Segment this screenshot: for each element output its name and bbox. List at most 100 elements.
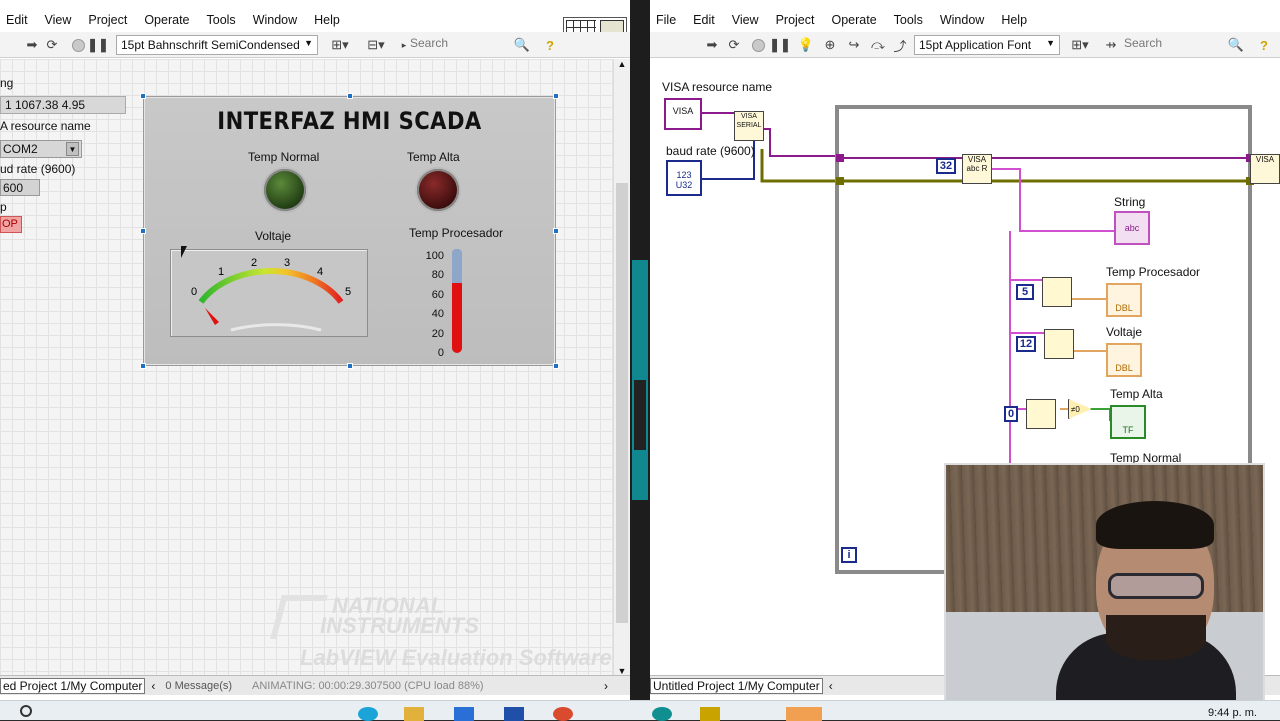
thermometer[interactable]: 100 80 60 40 20 0	[422, 247, 472, 359]
resize-handle[interactable]	[140, 363, 146, 369]
voltaje-indicator[interactable]: DBL	[1106, 343, 1142, 377]
visa-resource-terminal[interactable]: VISA	[664, 98, 702, 130]
taskbar-app-icon[interactable]	[652, 707, 672, 721]
search-input[interactable]: Search	[410, 36, 510, 54]
search-icon[interactable]: 🔍	[514, 37, 530, 53]
align-objects-icon[interactable]: ⊞▾	[328, 37, 352, 53]
menu-tools[interactable]: Tools	[894, 13, 923, 27]
scroll-thumb[interactable]	[616, 183, 628, 623]
resize-handle[interactable]	[347, 363, 353, 369]
taskbar-app-icon[interactable]	[504, 707, 524, 721]
index-constant[interactable]: 5	[1016, 284, 1034, 300]
menu-project[interactable]: Project	[88, 13, 127, 27]
distribute-objects-icon[interactable]: ⊟▾	[364, 37, 388, 53]
menu-edit[interactable]: Edit	[693, 13, 715, 27]
close-node-text: VISA	[1255, 155, 1275, 164]
gauge-tick-0: 0	[191, 286, 197, 298]
menu-help[interactable]: Help	[314, 13, 340, 27]
pause-icon[interactable]: ❚❚	[87, 37, 109, 53]
gauge-tick-1: 1	[218, 266, 224, 278]
resize-handle[interactable]	[347, 93, 353, 99]
index-constant[interactable]: 0	[1004, 406, 1018, 422]
scan-from-string-node[interactable]	[1044, 329, 1074, 359]
project-link[interactable]: ed Project 1/My Computer	[0, 677, 146, 694]
scan-from-string-node[interactable]	[1042, 277, 1072, 307]
menu-window[interactable]: Window	[940, 13, 984, 27]
baud-rate-terminal[interactable]: 123 U32	[666, 160, 702, 196]
menu-operate[interactable]: Operate	[831, 13, 876, 27]
retain-wire-values-icon[interactable]: ⊕	[822, 37, 838, 53]
menu-help[interactable]: Help	[1001, 13, 1027, 27]
taskbar-app-icon[interactable]	[553, 707, 573, 721]
chevron-left-icon[interactable]: ‹	[829, 679, 833, 693]
project-link[interactable]: Untitled Project 1/My Computer	[650, 677, 823, 694]
temp-procesador-indicator[interactable]: DBL	[1106, 283, 1142, 317]
thermo-tick: 40	[431, 308, 444, 321]
search-input[interactable]: Search	[1124, 36, 1224, 54]
taskbar-app-icon[interactable]	[786, 707, 822, 721]
chevron-down-icon[interactable]: ▼	[66, 142, 79, 156]
distribute-objects-icon[interactable]: ⇸	[1102, 37, 1120, 53]
menu-view[interactable]: View	[45, 13, 72, 27]
stop-button[interactable]: OP	[0, 216, 22, 233]
scan-from-string-node[interactable]	[1026, 399, 1056, 429]
run-arrow-icon[interactable]: ➡	[704, 37, 720, 53]
temp-alta-indicator[interactable]: TF	[1110, 405, 1146, 439]
font-select[interactable]: 15pt Application Font ▼	[914, 35, 1060, 55]
windows-start-icon[interactable]	[20, 705, 32, 717]
visa-read-node[interactable]: VISA abc R	[962, 154, 992, 184]
resize-handle[interactable]	[140, 93, 146, 99]
pause-icon[interactable]: ❚❚	[769, 37, 791, 53]
string-indicator[interactable]: abc	[1114, 211, 1150, 245]
temp-procesador-bd-label: Temp Procesador	[1106, 265, 1201, 279]
baud-rate-label: baud rate (9600)	[666, 144, 755, 158]
voltaje-gauge[interactable]: 0 1 2 3 4 5	[170, 249, 368, 337]
context-help-icon[interactable]: ?	[542, 37, 558, 53]
bytes-to-read-constant[interactable]: 32	[936, 158, 956, 174]
menu-operate[interactable]: Operate	[144, 13, 189, 27]
menu-tools[interactable]: Tools	[207, 13, 236, 27]
chevron-right-icon[interactable]: ›	[604, 679, 608, 693]
front-vertical-scrollbar[interactable]: ▲ ▼	[613, 59, 630, 676]
menu-view[interactable]: View	[732, 13, 759, 27]
resize-handle[interactable]	[553, 363, 559, 369]
taskbar-clock[interactable]: 9:44 p. m.	[1208, 707, 1257, 719]
step-over-icon[interactable]: ⤼	[870, 37, 886, 53]
scroll-up-icon[interactable]: ▲	[614, 59, 630, 73]
run-arrow-icon[interactable]: ➡	[24, 37, 40, 53]
taskbar-app-icon[interactable]	[700, 707, 720, 721]
align-objects-icon[interactable]: ⊞▾	[1068, 37, 1092, 53]
baud-rate-control[interactable]: 600	[0, 179, 40, 196]
visa-close-node[interactable]: VISA	[1250, 154, 1280, 184]
context-help-icon[interactable]: ?	[1256, 37, 1272, 53]
resize-handle[interactable]	[553, 93, 559, 99]
menu-project[interactable]: Project	[776, 13, 815, 27]
taskbar-app-icon[interactable]	[454, 707, 474, 721]
menu-window[interactable]: Window	[253, 13, 297, 27]
run-continuously-icon[interactable]: ⟳	[44, 37, 60, 53]
visa-resource-control[interactable]: COM2 ▼	[0, 140, 82, 158]
abort-icon[interactable]	[70, 37, 86, 53]
hmi-panel[interactable]: INTERFAZ HMI SCADA Temp Normal Temp Alta…	[140, 93, 559, 369]
abort-icon[interactable]	[750, 37, 766, 53]
resize-handle[interactable]	[140, 228, 146, 234]
search-icon[interactable]: 🔍	[1228, 37, 1244, 53]
visa-configure-serial-node[interactable]: VISA SERIAL	[734, 111, 764, 141]
chevron-left-icon[interactable]: ‹	[151, 679, 155, 693]
string-label: String	[1114, 195, 1146, 209]
temp-alta-led[interactable]	[417, 169, 459, 211]
gauge-needle	[205, 308, 219, 325]
index-constant[interactable]: 12	[1016, 336, 1036, 352]
resize-handle[interactable]	[553, 228, 559, 234]
run-continuously-icon[interactable]: ⟳	[726, 37, 742, 53]
step-out-icon[interactable]: ⤴	[892, 37, 908, 54]
messages-count[interactable]: 0 Message(s)	[165, 680, 232, 692]
menu-file[interactable]: File	[656, 13, 676, 27]
step-into-icon[interactable]: ↪	[846, 37, 862, 53]
taskbar-app-icon[interactable]	[404, 707, 424, 721]
highlight-execution-icon[interactable]: 💡	[798, 37, 814, 53]
font-select[interactable]: 15pt Bahnschrift SemiCondensed ▼	[116, 35, 318, 55]
menu-edit[interactable]: Edit	[6, 13, 28, 27]
taskbar-app-icon[interactable]	[358, 707, 378, 721]
temp-normal-led[interactable]	[264, 169, 306, 211]
